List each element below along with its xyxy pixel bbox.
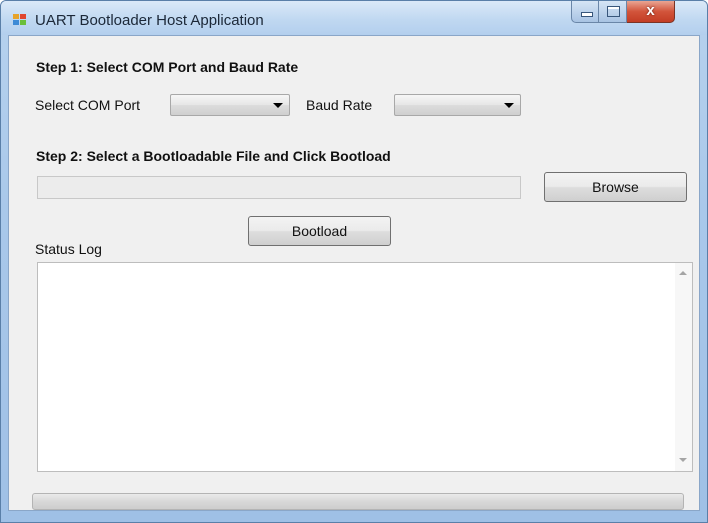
com-port-label: Select COM Port bbox=[35, 97, 141, 113]
app-window: UART Bootloader Host Application x Step … bbox=[0, 0, 708, 523]
status-log-textarea[interactable] bbox=[37, 262, 693, 472]
window-title: UART Bootloader Host Application bbox=[35, 12, 264, 29]
baud-rate-label: Baud Rate bbox=[306, 97, 373, 113]
bootload-button[interactable]: Bootload bbox=[248, 216, 391, 246]
file-path-field[interactable] bbox=[37, 176, 521, 199]
app-window-icon bbox=[13, 14, 27, 26]
close-button[interactable]: x bbox=[627, 1, 675, 23]
scroll-up-icon[interactable] bbox=[679, 271, 687, 275]
com-port-select[interactable] bbox=[170, 94, 290, 116]
maximize-button[interactable] bbox=[599, 1, 627, 23]
progress-bar bbox=[32, 493, 684, 510]
chevron-down-icon bbox=[504, 103, 514, 108]
maximize-icon bbox=[607, 6, 620, 17]
status-log-label: Status Log bbox=[35, 241, 102, 257]
chevron-down-icon bbox=[273, 103, 283, 108]
step1-heading: Step 1: Select COM Port and Baud Rate bbox=[36, 59, 299, 75]
title-bar[interactable]: UART Bootloader Host Application x bbox=[1, 1, 707, 35]
baud-rate-select[interactable] bbox=[394, 94, 521, 116]
step2-heading: Step 2: Select a Bootloadable File and C… bbox=[36, 148, 391, 164]
scroll-down-icon[interactable] bbox=[679, 458, 687, 462]
browse-button[interactable]: Browse bbox=[544, 172, 687, 202]
minimize-button[interactable] bbox=[571, 1, 599, 23]
close-icon: x bbox=[646, 2, 655, 19]
minimize-icon bbox=[581, 12, 593, 17]
form-client-area: Step 1: Select COM Port and Baud Rate Se… bbox=[8, 35, 700, 511]
status-log-scrollbar[interactable] bbox=[675, 263, 692, 471]
